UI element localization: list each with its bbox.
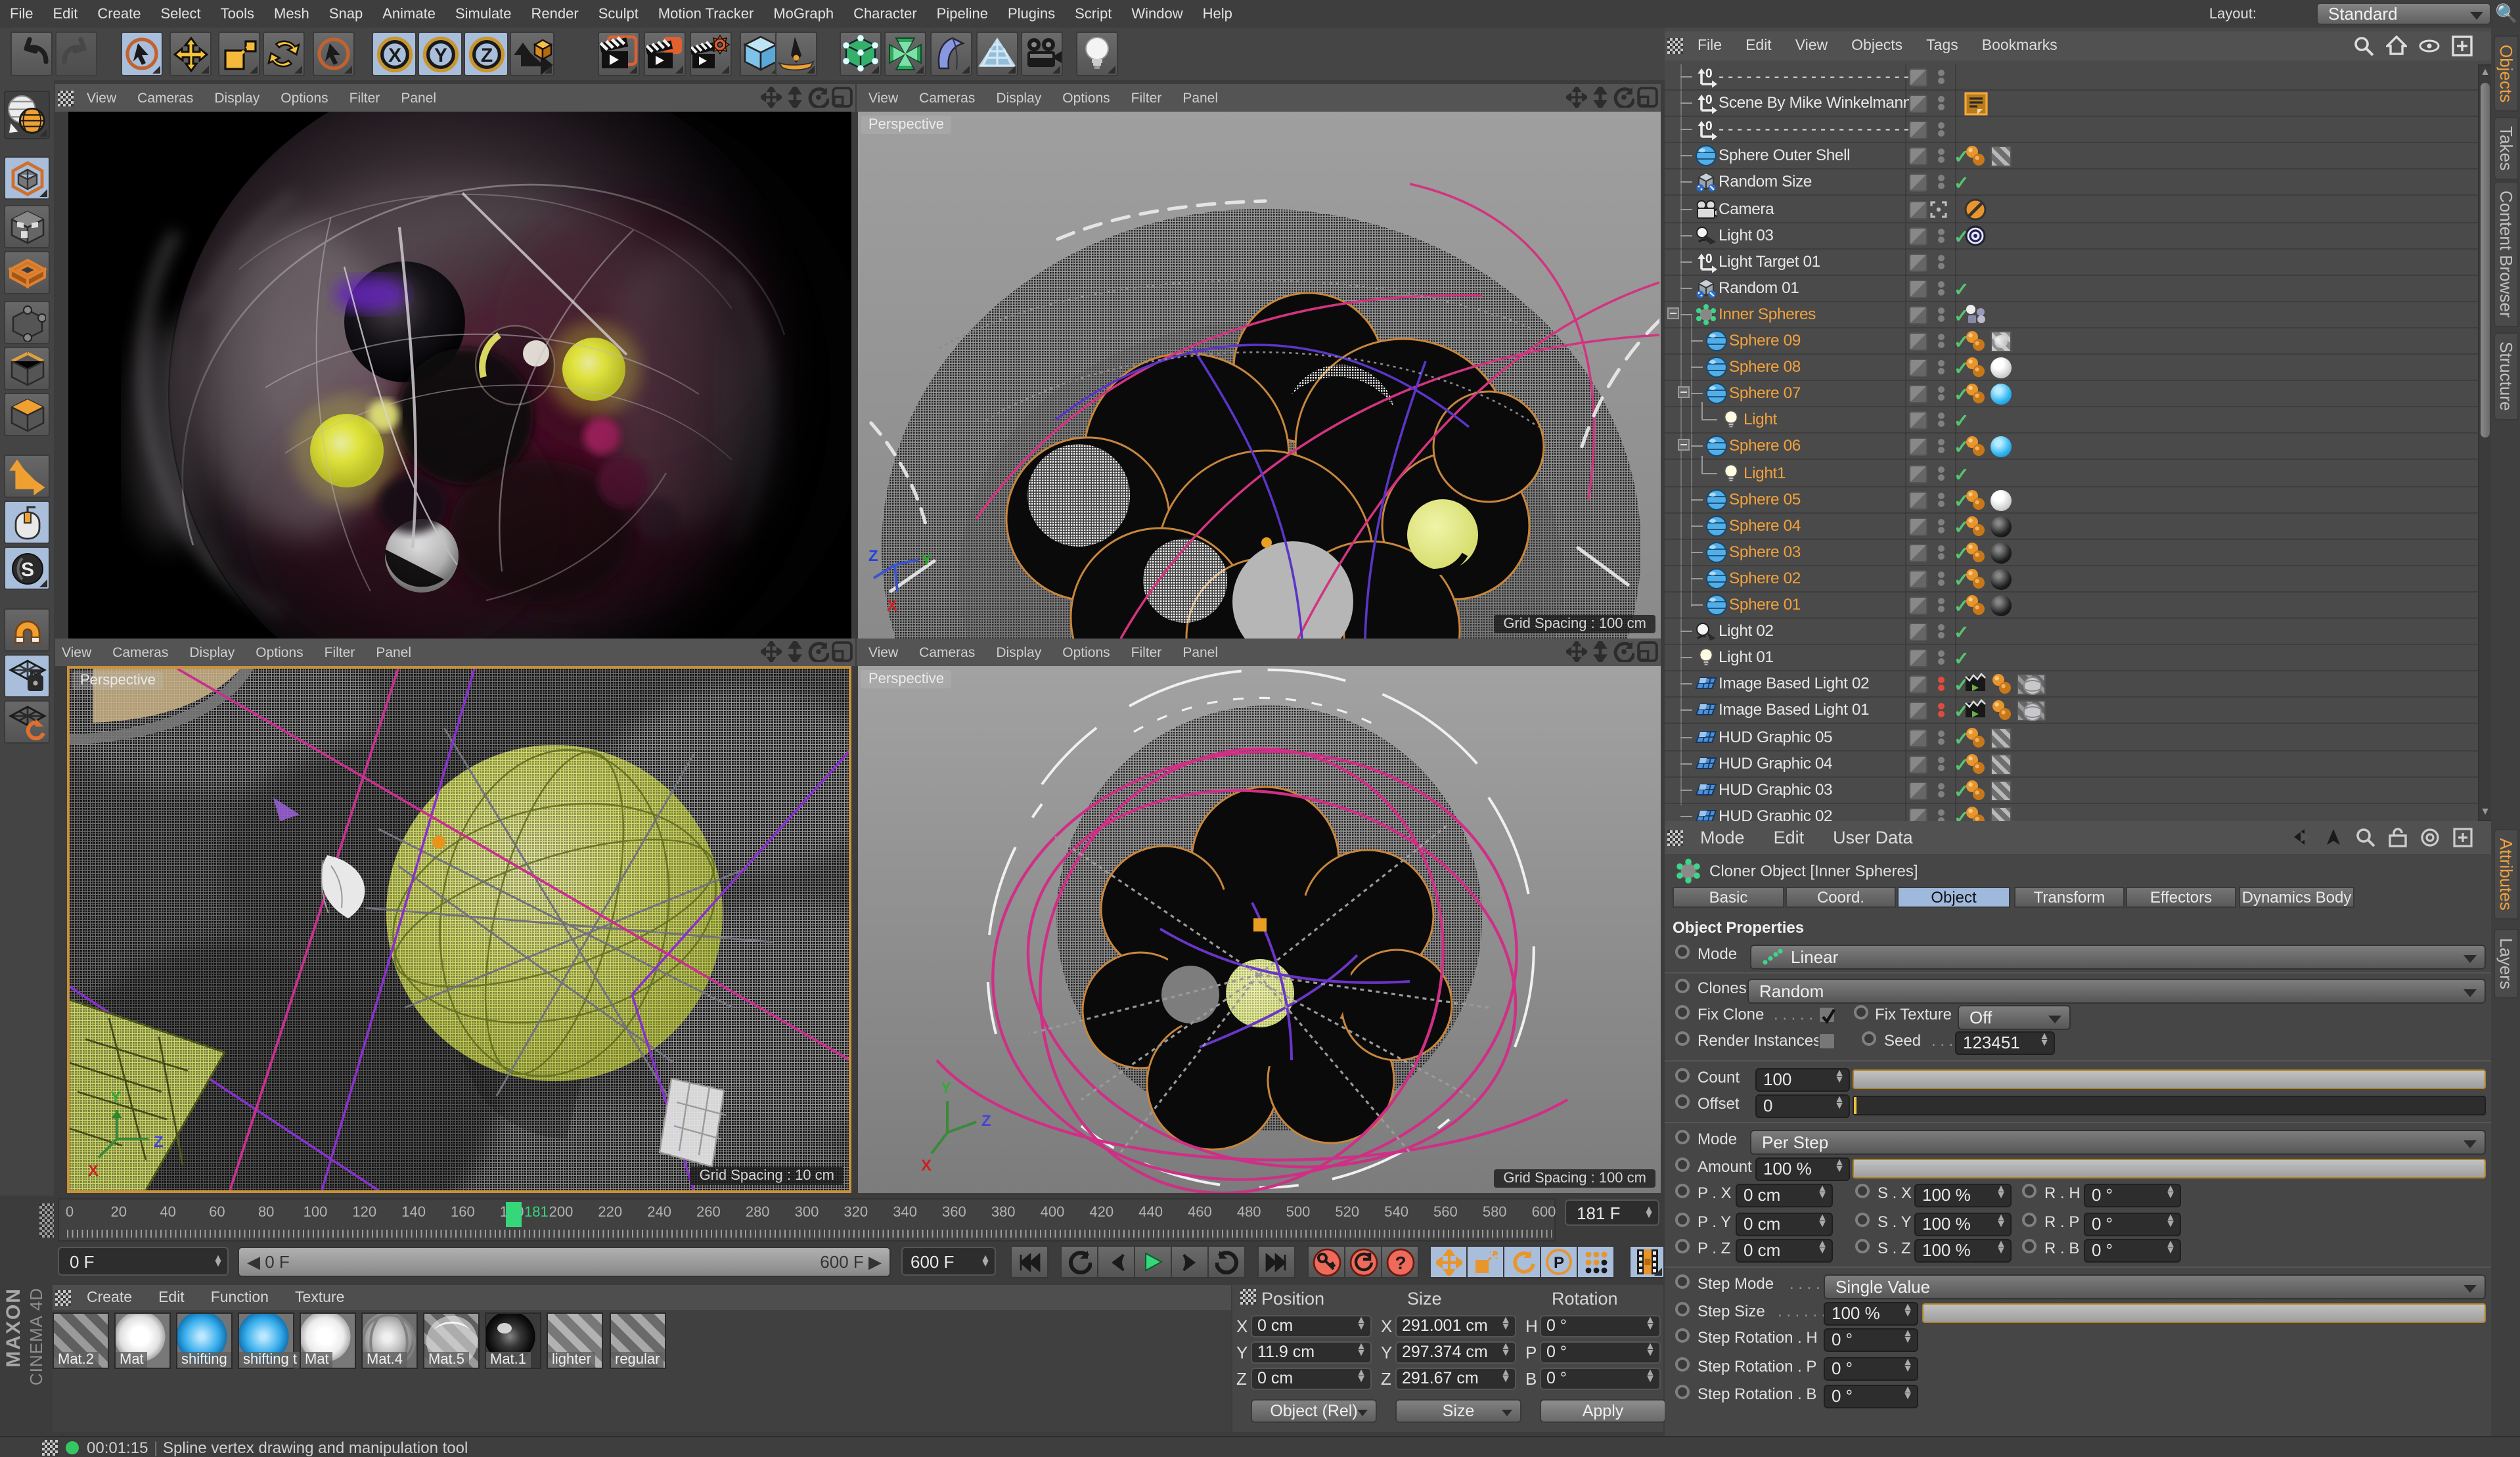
svg-text:Y: Y [434,44,447,66]
svg-text:Y: Y [941,1079,951,1097]
svg-text:X: X [887,597,897,615]
svg-text:Y: Y [110,1088,121,1106]
svg-text:X: X [388,44,401,66]
svg-text:Z: Z [868,547,878,565]
svg-text:?: ? [1394,1252,1405,1272]
svg-text:S: S [20,558,34,580]
svg-text:Y: Y [921,551,932,569]
svg-text:P: P [1554,1254,1564,1272]
svg-text:Z: Z [154,1133,164,1151]
svg-text:X: X [921,1157,932,1175]
svg-text:Z: Z [480,44,492,66]
svg-text:Z: Z [981,1112,991,1130]
svg-text:X: X [88,1162,99,1180]
